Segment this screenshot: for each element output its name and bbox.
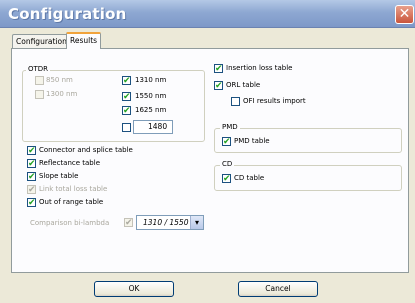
checkbox-pmd-table[interactable]: ✔ — [222, 137, 231, 147]
custom-wavelength-input[interactable]: 1480 — [133, 120, 173, 134]
label-1310nm: 1310 nm — [135, 76, 167, 84]
checkbox-reflectance[interactable]: ✔ — [27, 159, 36, 169]
checkbox-out-of-range[interactable]: ✔ — [27, 198, 36, 208]
window-title: Configuration — [8, 5, 127, 23]
cancel-button[interactable]: Cancel — [238, 281, 318, 297]
checkbox-link-total-loss[interactable]: ✔ — [27, 185, 36, 195]
label-insertion-loss: Insertion loss table — [226, 64, 293, 72]
label-1625nm: 1625 nm — [135, 106, 167, 114]
title-bar[interactable]: Configuration ✕ — [0, 0, 415, 28]
checkbox-1310nm[interactable]: ✔ — [122, 76, 131, 86]
ok-button[interactable]: OK — [94, 281, 174, 297]
label-out-of-range: Out of range table — [39, 198, 104, 206]
checkbox-850nm[interactable] — [35, 76, 44, 85]
label-850nm: 850 nm — [46, 76, 73, 84]
label-reflectance: Reflectance table — [39, 159, 101, 167]
checkbox-1550nm[interactable]: ✔ — [122, 92, 131, 102]
checkbox-1625nm[interactable]: ✔ — [122, 106, 131, 116]
bi-lambda-select-value: 1310 / 1550 — [143, 218, 189, 227]
checkbox-connector-splice[interactable]: ✔ — [27, 146, 36, 156]
label-slope: Slope table — [39, 172, 79, 180]
tab-results[interactable]: Results — [66, 32, 102, 49]
cd-group-title: CD — [220, 160, 235, 169]
label-comparison-bi-lambda: Comparison bi-lambda — [30, 219, 110, 227]
checkbox-custom-wavelength[interactable] — [122, 123, 131, 132]
checkbox-orl[interactable]: ✔ — [214, 81, 223, 91]
chevron-down-icon[interactable]: ▾ — [190, 216, 203, 229]
checkbox-bi-lambda[interactable]: ✔ — [124, 218, 133, 228]
label-1550nm: 1550 nm — [135, 92, 167, 100]
label-orl: ORL table — [226, 81, 261, 89]
label-link-total-loss: Link total loss table — [39, 185, 108, 193]
close-icon[interactable]: ✕ — [395, 5, 414, 24]
tab-configuration[interactable]: Configuration — [12, 34, 71, 48]
checkbox-insertion-loss[interactable]: ✔ — [214, 64, 223, 74]
label-cd-table: CD table — [234, 174, 265, 182]
label-connector-splice: Connector and splice table — [39, 146, 133, 154]
label-ofi-import: OFI results import — [243, 97, 306, 105]
checkbox-1300nm[interactable] — [35, 90, 44, 99]
checkbox-cd-table[interactable]: ✔ — [222, 174, 231, 184]
otdr-group-title: OTDR — [26, 65, 51, 74]
pmd-group-title: PMD — [220, 123, 240, 132]
checkbox-ofi-import[interactable] — [231, 97, 240, 106]
label-pmd-table: PMD table — [234, 137, 270, 145]
checkbox-slope[interactable]: ✔ — [27, 172, 36, 182]
label-1300nm: 1300 nm — [46, 90, 78, 98]
